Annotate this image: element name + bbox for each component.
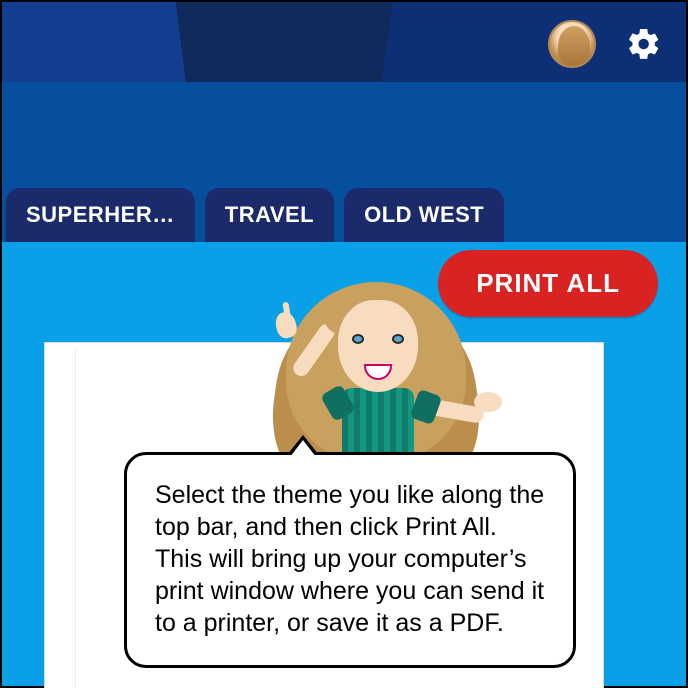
tab-travel[interactable]: TRAVEL (205, 188, 334, 242)
theme-bar: SUPERHER… TRAVEL OLD WEST (2, 82, 686, 242)
tab-old-west[interactable]: OLD WEST (344, 188, 504, 242)
app-header (2, 2, 686, 82)
theme-tabs: SUPERHER… TRAVEL OLD WEST (2, 188, 504, 242)
tab-superhero[interactable]: SUPERHER… (6, 188, 195, 242)
help-tip-text: Select the theme you like along the top … (155, 479, 545, 639)
avatar[interactable] (548, 20, 596, 68)
help-tip-bubble: Select the theme you like along the top … (124, 452, 576, 668)
settings-button[interactable] (624, 24, 664, 64)
print-all-button[interactable]: PRINT ALL (438, 250, 658, 317)
gear-icon (626, 26, 662, 62)
